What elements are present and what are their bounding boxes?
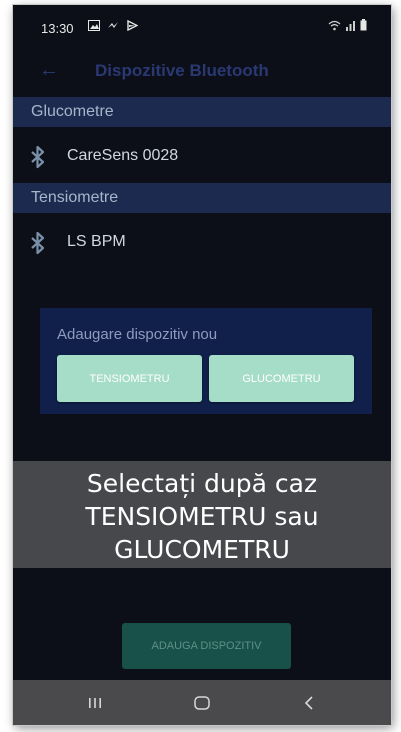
add-device-button[interactable]: ADAUGA DISPOZITIV xyxy=(122,623,291,669)
back-arrow-icon[interactable]: ← xyxy=(39,60,59,80)
overlay-line: Selectați după caz xyxy=(86,469,318,498)
nav-bar xyxy=(13,680,391,725)
home-icon[interactable] xyxy=(182,680,222,725)
play-icon xyxy=(126,19,139,34)
overlay-line: GLUCOMETRU xyxy=(114,535,290,564)
status-bar: 13:30 xyxy=(13,5,391,45)
battery-icon xyxy=(360,19,367,34)
instruction-overlay: Selectați după caz TENSIOMETRU sau GLUCO… xyxy=(13,461,391,568)
glucometru-button[interactable]: GLUCOMETRU xyxy=(209,355,354,402)
section-header-tensiometre: Tensiometre xyxy=(13,183,391,213)
app-bar: ← Dispozitive Bluetooth xyxy=(13,45,391,97)
add-device-dialog: Adaugare dispozitiv nou TENSIOMETRU GLUC… xyxy=(40,308,372,414)
dialog-title: Adaugare dispozitiv nou xyxy=(57,326,218,343)
system-icons xyxy=(328,19,367,34)
recent-apps-icon[interactable] xyxy=(75,680,115,725)
bluetooth-icon xyxy=(29,231,47,255)
phone-screen: 13:30 ← Dispozitive Bluetooth Glucometre… xyxy=(13,5,391,725)
bluetooth-icon xyxy=(29,145,47,169)
device-row-caresens[interactable]: CareSens 0028 xyxy=(13,135,391,179)
tensiometru-button[interactable]: TENSIOMETRU xyxy=(57,355,202,402)
section-header-glucometre: Glucometre xyxy=(13,97,391,127)
overlay-line: TENSIOMETRU sau xyxy=(85,502,319,531)
back-icon[interactable] xyxy=(289,680,329,725)
device-row-ls-bpm[interactable]: LS BPM xyxy=(13,221,391,265)
status-time: 13:30 xyxy=(41,21,74,36)
signal-icon xyxy=(345,19,356,34)
page-title: Dispozitive Bluetooth xyxy=(95,61,269,80)
messenger-icon xyxy=(107,19,119,34)
image-icon xyxy=(88,19,100,34)
device-name: LS BPM xyxy=(67,233,126,250)
wifi-icon xyxy=(328,19,341,34)
device-name: CareSens 0028 xyxy=(67,147,179,164)
notification-icons xyxy=(88,19,139,34)
